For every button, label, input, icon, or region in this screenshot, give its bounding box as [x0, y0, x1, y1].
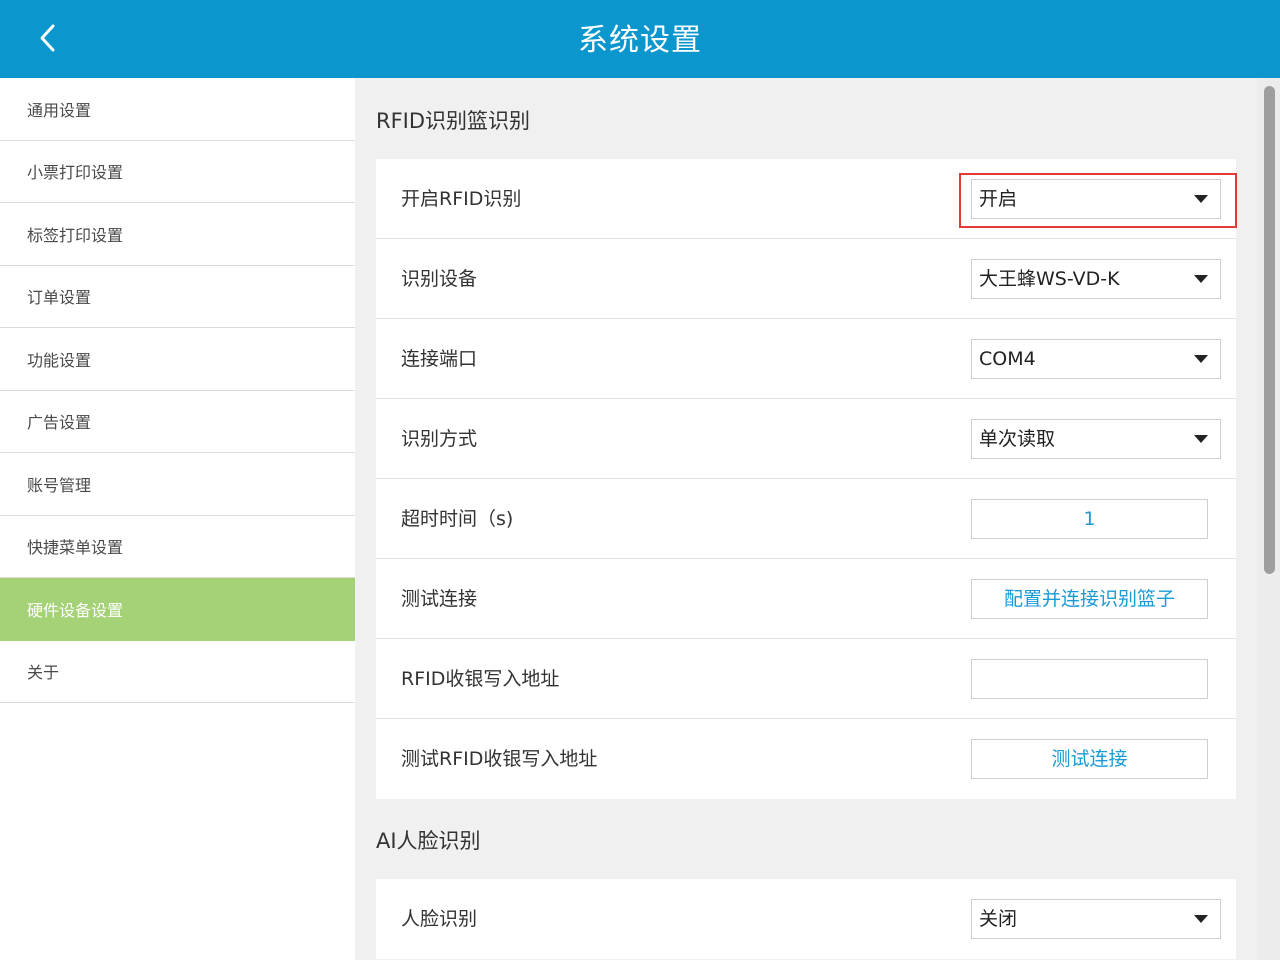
settings-content: RFID识别篮识别 开启RFID识别 开启 识别设备 大王蜂WS-VD-K 连接…	[355, 78, 1280, 960]
sidebar-item-label: 关于	[27, 663, 60, 683]
select-value: 开启	[979, 188, 1018, 210]
settings-sidebar: 通用设置 小票打印设置 标签打印设置 订单设置 功能设置 广告设置 账号管理 快…	[0, 78, 355, 960]
page-title: 系统设置	[578, 23, 702, 58]
setting-label: 超时时间（s)	[401, 508, 514, 530]
ai-face-settings-card: 人脸识别 关闭	[376, 879, 1236, 959]
sidebar-item-general[interactable]: 通用设置	[0, 78, 355, 141]
section-title-ai-face: AI人脸识别	[376, 829, 481, 853]
setting-row-mode: 识别方式 单次读取	[376, 399, 1236, 479]
timeout-input[interactable]: 1	[971, 499, 1208, 539]
setting-label: 开启RFID识别	[401, 188, 522, 210]
title-bar: 系统设置	[0, 0, 1280, 78]
configure-connect-basket-button[interactable]: 配置并连接识别篮子	[971, 579, 1208, 619]
rfid-enable-select[interactable]: 开启	[971, 179, 1221, 219]
sidebar-item-ads[interactable]: 广告设置	[0, 391, 355, 453]
sidebar-item-receipt-print[interactable]: 小票打印设置	[0, 141, 355, 203]
setting-label: 测试RFID收银写入地址	[401, 748, 598, 770]
section-title-rfid: RFID识别篮识别	[376, 109, 531, 133]
sidebar-item-order[interactable]: 订单设置	[0, 266, 355, 328]
scrollbar[interactable]	[1258, 78, 1280, 960]
sidebar-item-label: 标签打印设置	[27, 225, 124, 245]
setting-label: 识别方式	[401, 428, 478, 450]
caret-down-icon	[1194, 275, 1208, 283]
select-value: COM4	[979, 348, 1036, 370]
sidebar-item-label: 广告设置	[27, 413, 92, 433]
sidebar-item-account[interactable]: 账号管理	[0, 453, 355, 516]
setting-label: 人脸识别	[401, 908, 478, 930]
sidebar-item-label: 通用设置	[27, 100, 92, 120]
caret-down-icon	[1194, 915, 1208, 923]
sidebar-item-about[interactable]: 关于	[0, 641, 355, 703]
select-value: 大王蜂WS-VD-K	[979, 268, 1120, 290]
caret-down-icon	[1194, 355, 1208, 363]
setting-row-rfid-enable: 开启RFID识别 开启	[376, 159, 1236, 239]
setting-row-port: 连接端口 COM4	[376, 319, 1236, 399]
setting-label: 识别设备	[401, 268, 478, 290]
caret-down-icon	[1194, 435, 1208, 443]
setting-row-test-write: 测试RFID收银写入地址 测试连接	[376, 719, 1236, 799]
sidebar-item-label: 功能设置	[27, 350, 92, 370]
sidebar-item-label: 硬件设备设置	[27, 600, 124, 620]
setting-label: 测试连接	[401, 588, 478, 610]
sidebar-item-shortcut-menu[interactable]: 快捷菜单设置	[0, 516, 355, 578]
read-mode-select[interactable]: 单次读取	[971, 419, 1221, 459]
rfid-settings-card: 开启RFID识别 开启 识别设备 大王蜂WS-VD-K 连接端口 COM4 识别…	[376, 159, 1236, 799]
sidebar-item-label: 小票打印设置	[27, 163, 124, 183]
setting-row-timeout: 超时时间（s) 1	[376, 479, 1236, 559]
caret-down-icon	[1194, 195, 1208, 203]
select-value: 单次读取	[979, 428, 1056, 450]
setting-label: RFID收银写入地址	[401, 668, 560, 690]
setting-label: 连接端口	[401, 348, 478, 370]
sidebar-item-label: 订单设置	[27, 288, 92, 308]
sidebar-item-label: 快捷菜单设置	[27, 538, 124, 558]
setting-row-test-connection: 测试连接 配置并连接识别篮子	[376, 559, 1236, 639]
device-select[interactable]: 大王蜂WS-VD-K	[971, 259, 1221, 299]
face-recognition-select[interactable]: 关闭	[971, 899, 1221, 939]
setting-row-device: 识别设备 大王蜂WS-VD-K	[376, 239, 1236, 319]
setting-row-write-address: RFID收银写入地址	[376, 639, 1236, 719]
write-address-input[interactable]	[971, 659, 1208, 699]
setting-row-face-recognition: 人脸识别 关闭	[376, 879, 1236, 959]
sidebar-item-label: 账号管理	[27, 475, 92, 495]
scrollbar-thumb[interactable]	[1264, 86, 1275, 574]
select-value: 关闭	[979, 908, 1018, 930]
test-connection-button[interactable]: 测试连接	[971, 739, 1208, 779]
sidebar-item-label-print[interactable]: 标签打印设置	[0, 203, 355, 266]
sidebar-item-function[interactable]: 功能设置	[0, 328, 355, 391]
port-select[interactable]: COM4	[971, 339, 1221, 379]
sidebar-item-hardware[interactable]: 硬件设备设置	[0, 578, 355, 641]
